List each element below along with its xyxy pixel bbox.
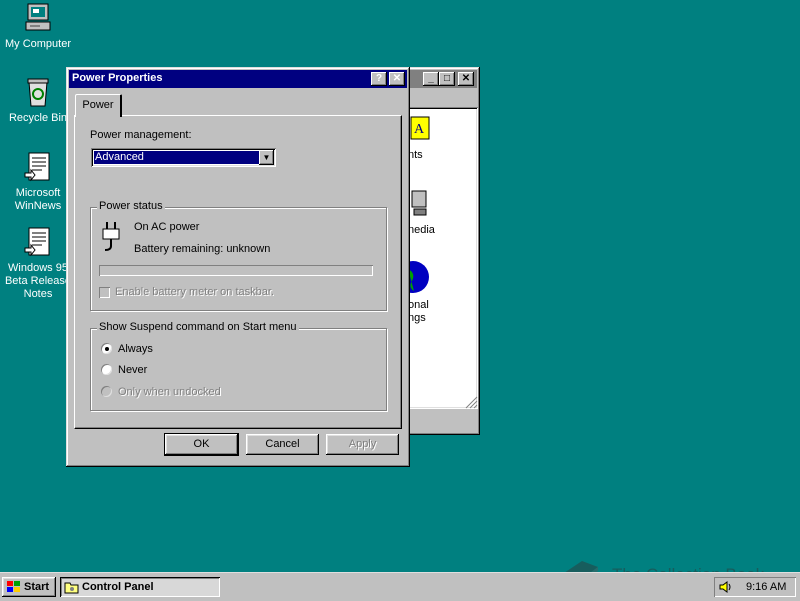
- dialog-titlebar[interactable]: Power Properties ? ✕: [69, 70, 407, 88]
- desktop-icon-label: Recycle Bin: [8, 112, 68, 124]
- ok-button[interactable]: OK: [164, 433, 239, 456]
- radio-always-label[interactable]: Always: [118, 343, 153, 355]
- clock[interactable]: 9:16 AM: [746, 577, 786, 597]
- my-computer-icon: [22, 2, 54, 34]
- minimize-button[interactable]: _: [423, 72, 439, 86]
- recycle-bin-icon: [22, 76, 54, 108]
- desktop-icon-label: Windows 95 Beta Release Notes: [4, 262, 72, 300]
- control-panel-content: A nts nedia onal ngs: [408, 107, 478, 409]
- power-management-value: Advanced: [93, 150, 260, 165]
- radio-only-when-undocked-label: Only when undocked: [118, 386, 221, 398]
- power-plug-icon: [102, 222, 120, 251]
- document-icon: [22, 151, 54, 183]
- svg-text:A: A: [414, 122, 425, 137]
- control-panel-item[interactable]: onal ngs: [408, 299, 478, 325]
- apply-button: Apply: [326, 434, 399, 455]
- control-panel-item[interactable]: nedia: [408, 224, 478, 237]
- resize-grip-icon[interactable]: [464, 395, 478, 409]
- start-button[interactable]: Start: [2, 577, 56, 597]
- radio-never[interactable]: [101, 364, 112, 375]
- chevron-down-icon[interactable]: ▼: [259, 150, 274, 165]
- battery-progress-bar: [99, 265, 373, 276]
- power-management-label: Power management:: [90, 129, 192, 141]
- document-icon: [22, 226, 54, 258]
- control-panel-window[interactable]: _ □ ✕ A nts nedia onal ngs: [405, 67, 480, 435]
- power-status-group: Power status On AC power Battery remaini…: [90, 200, 387, 311]
- multimedia-icon: [411, 190, 427, 216]
- dialog-title: Power Properties: [72, 72, 163, 84]
- desktop-icon-label: My Computer: [4, 38, 72, 50]
- close-button[interactable]: ✕: [458, 72, 474, 86]
- tab-power[interactable]: Power: [75, 94, 122, 117]
- control-panel-icon: [64, 582, 79, 594]
- battery-remaining-text: Battery remaining: unknown: [134, 243, 271, 255]
- taskbar-button-control-panel[interactable]: Control Panel: [60, 577, 220, 597]
- taskbar-button-label: Control Panel: [82, 581, 154, 593]
- power-properties-dialog[interactable]: Power Properties ? ✕ Power Power managem…: [66, 67, 410, 467]
- desktop-icon-label: Microsoft WinNews: [14, 187, 62, 212]
- suspend-group: Show Suspend command on Start menu Alway…: [90, 321, 387, 411]
- globe-icon: [408, 261, 429, 293]
- suspend-group-title: Show Suspend command on Start menu: [97, 321, 299, 333]
- taskbar: Start Control Panel 9:16 AM: [0, 572, 800, 601]
- maximize-button[interactable]: □: [439, 72, 455, 86]
- start-label: Start: [24, 581, 50, 593]
- ac-status-text: On AC power: [134, 221, 200, 233]
- system-tray: 9:16 AM: [714, 577, 796, 597]
- help-button[interactable]: ?: [371, 72, 387, 86]
- desktop-icon-my-computer[interactable]: My Computer: [0, 2, 76, 51]
- desktop-icon-release-notes[interactable]: Windows 95 Beta Release Notes: [0, 226, 76, 301]
- tab-panel: Power management: Advanced ▼ Power statu…: [74, 115, 402, 429]
- close-button[interactable]: ✕: [389, 72, 405, 86]
- desktop-icon-winnews[interactable]: Microsoft WinNews: [0, 151, 76, 213]
- desktop-icon-recycle-bin[interactable]: Recycle Bin: [0, 76, 76, 125]
- control-panel-titlebar[interactable]: _ □ ✕: [408, 70, 477, 88]
- cancel-button[interactable]: Cancel: [246, 434, 319, 455]
- fonts-icon: A: [410, 116, 430, 140]
- power-management-select[interactable]: Advanced ▼: [91, 148, 276, 167]
- speaker-icon[interactable]: [718, 580, 734, 594]
- battery-meter-label: Enable battery meter on taskbar.: [115, 286, 274, 298]
- battery-meter-checkbox[interactable]: [99, 287, 110, 298]
- radio-selected-dot: [105, 347, 109, 351]
- radio-only-when-undocked: [101, 386, 112, 397]
- windows-logo-icon: [7, 581, 20, 592]
- radio-never-label[interactable]: Never: [118, 364, 147, 376]
- power-status-title: Power status: [97, 200, 165, 212]
- control-panel-item[interactable]: nts: [408, 149, 478, 162]
- radio-always[interactable]: [101, 343, 112, 354]
